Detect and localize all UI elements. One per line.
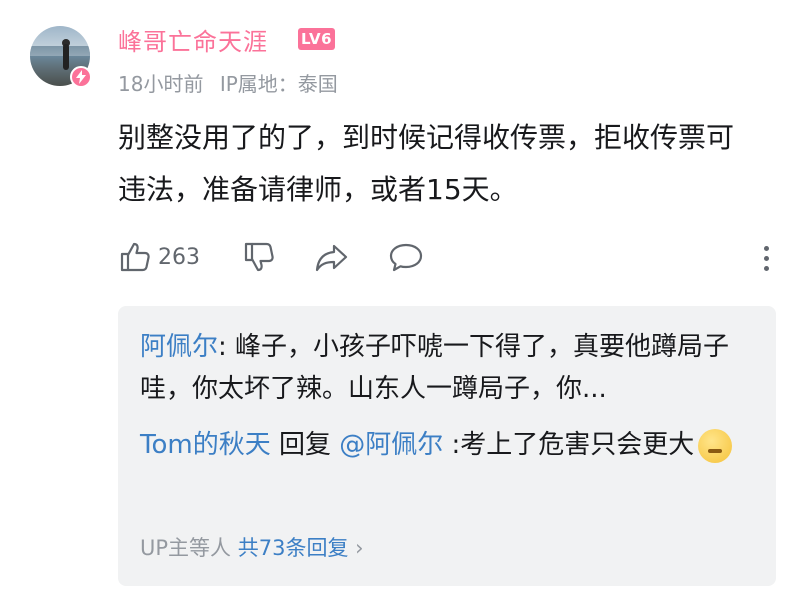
share-icon	[314, 240, 350, 274]
comment-author[interactable]: 峰哥亡命天涯	[118, 22, 268, 57]
dislike-button[interactable]	[242, 240, 276, 274]
reply-verb: 回复	[270, 430, 340, 460]
reply-text: :考上了危害只会更大	[443, 430, 695, 460]
reply-username[interactable]: Tom的秋天	[140, 430, 271, 460]
comment-time: 18小时前	[118, 72, 204, 96]
avatar-mountain	[30, 46, 90, 56]
thumbs-down-icon	[242, 240, 276, 274]
comment-bubble-icon	[388, 240, 424, 274]
like-button[interactable]: 263	[118, 240, 200, 274]
chevron-right-icon: ›	[348, 536, 364, 560]
share-button[interactable]	[314, 240, 350, 274]
reply-username[interactable]: 阿佩尔	[140, 332, 218, 362]
like-count: 263	[158, 244, 200, 270]
reply-button[interactable]	[388, 240, 424, 274]
avatar-person	[63, 44, 69, 70]
reply-mention[interactable]: @阿佩尔	[339, 430, 443, 460]
replies-prefix: UP主等人	[140, 536, 238, 560]
level-badge: LV6	[298, 28, 336, 50]
reply-separator: :	[218, 332, 236, 362]
comment-text: 别整没用了的了，到时候记得收传票，拒收传票可违法，准备请律师，或者15天。	[118, 121, 735, 206]
view-all-replies[interactable]: UP主等人 共73条回复 ›	[140, 532, 364, 562]
replies-panel: 阿佩尔: 峰子，小孩子吓唬一下得了，真要他蹲局子哇，你太坏了辣。山东人一蹲局子，…	[118, 306, 776, 586]
lightning-badge-icon	[70, 66, 92, 88]
thumbs-up-icon	[118, 240, 152, 274]
reply-item[interactable]: Tom的秋天 回复 @阿佩尔 :考上了危害只会更大	[140, 424, 760, 466]
reply-item[interactable]: 阿佩尔: 峰子，小孩子吓唬一下得了，真要他蹲局子哇，你太坏了辣。山东人一蹲局子，…	[140, 326, 760, 410]
more-options-icon[interactable]	[764, 246, 770, 276]
comment-meta: 18小时前 IP属地：泰国	[118, 68, 348, 97]
comment-actions: 263	[118, 240, 778, 280]
thinking-emoji-icon	[698, 428, 733, 463]
ip-location: IP属地：泰国	[219, 72, 338, 96]
replies-total[interactable]: 共73条回复	[238, 536, 349, 560]
